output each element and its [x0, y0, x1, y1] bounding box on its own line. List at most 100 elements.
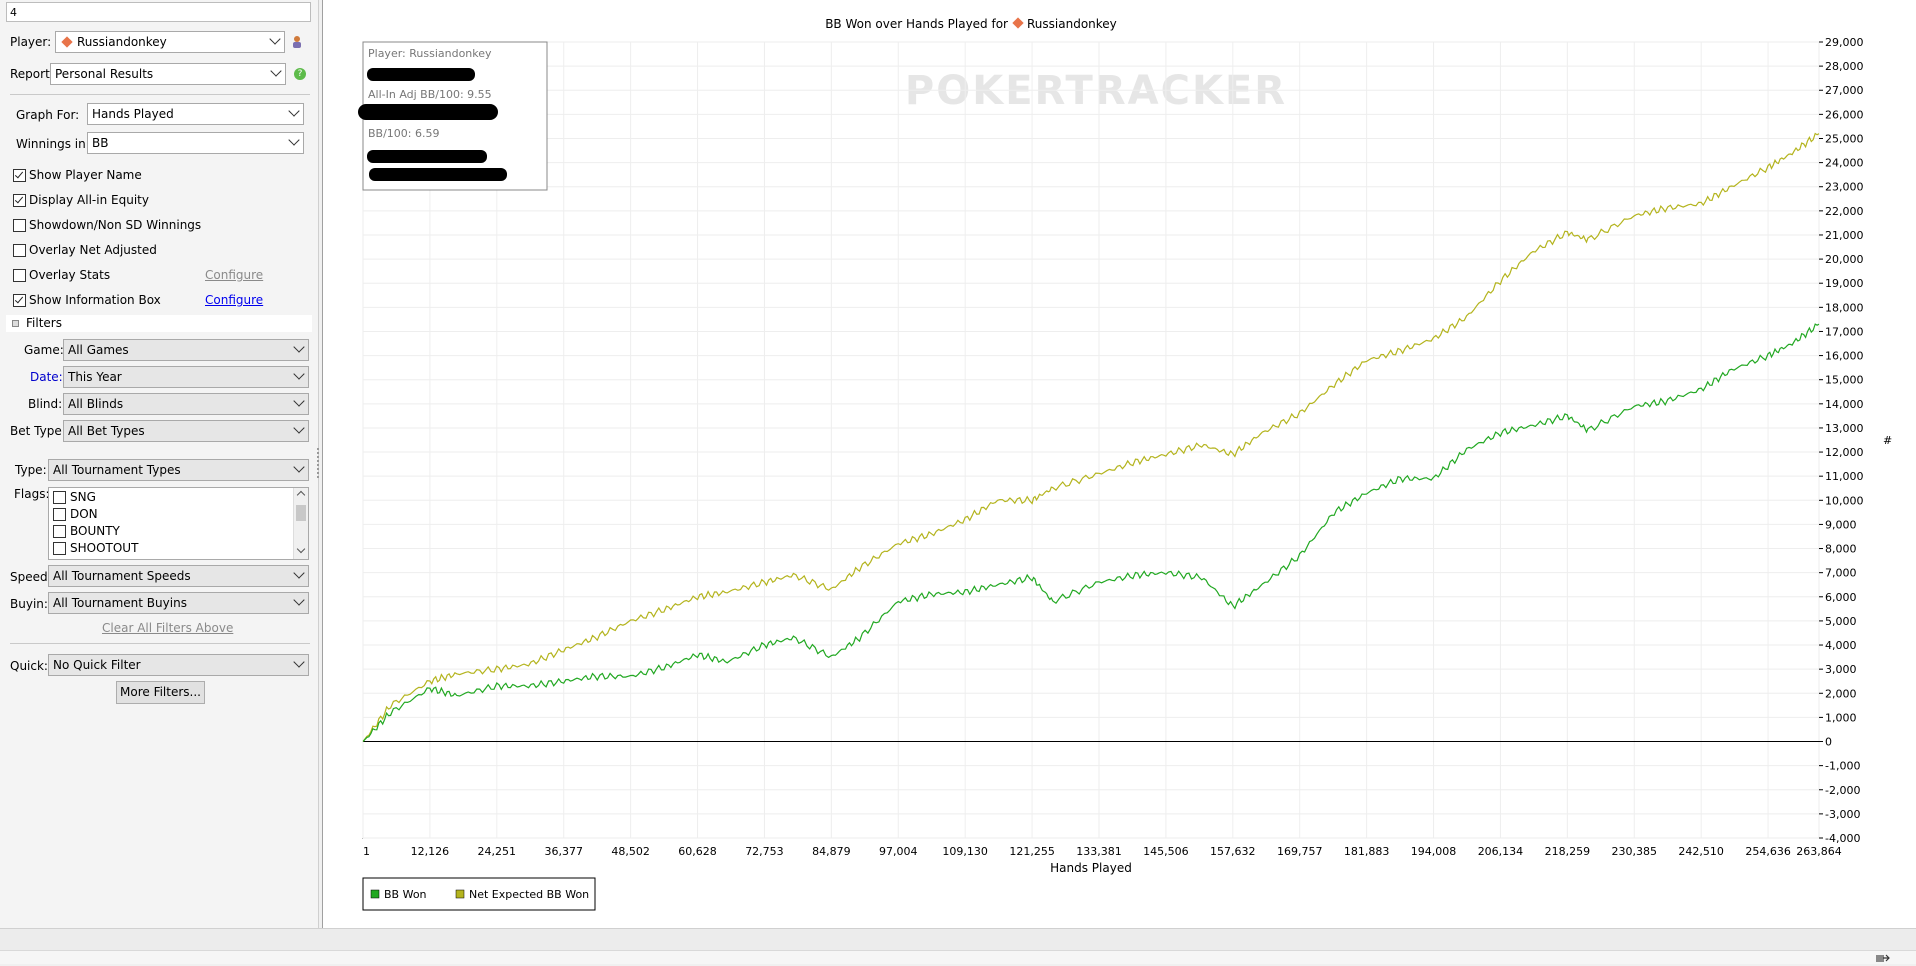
type-select[interactable]: All Tournament Types [48, 459, 309, 481]
clear-filters-link[interactable]: Clear All Filters Above [102, 621, 233, 635]
option-label: Showdown/Non SD Winnings [29, 218, 202, 232]
x-tick-label: 218,259 [1545, 845, 1591, 858]
checkbox[interactable] [53, 542, 66, 555]
checkbox[interactable] [13, 169, 26, 182]
checkbox[interactable] [13, 294, 26, 307]
x-tick-label: 121,255 [1009, 845, 1055, 858]
redaction [369, 168, 507, 181]
chevron-down-icon [293, 567, 305, 579]
y-tick-label: 13,000 [1825, 422, 1864, 435]
filters-header[interactable]: Filters [6, 315, 312, 332]
bottom-strip [0, 950, 1916, 964]
blind-select[interactable]: All Blinds [63, 393, 309, 415]
configure-info-link[interactable]: Configure [205, 293, 263, 307]
collapse-icon[interactable] [12, 320, 19, 327]
option-label: Overlay Stats [29, 268, 111, 282]
help-icon[interactable]: ? [294, 68, 306, 80]
x-axis: 1 12,126 24,251 36,377 48,502 60,628 72,753 84,… [363, 845, 1842, 858]
legend-label-bb-won: BB Won [384, 888, 427, 901]
more-filters-button[interactable]: More Filters... [116, 681, 205, 704]
configure-overlay-link[interactable]: Configure [205, 268, 263, 282]
x-tick-label: 60,628 [678, 845, 717, 858]
chevron-down-icon [293, 368, 305, 380]
quick-filter-select[interactable]: No Quick Filter [48, 654, 309, 676]
chevron-down-icon [293, 422, 305, 434]
bet-type-select[interactable]: All Bet Types [63, 420, 309, 442]
quick-label: Quick: [10, 659, 48, 673]
report-select[interactable]: Personal Results [50, 63, 286, 85]
x-tick-label: 97,004 [879, 845, 918, 858]
legend: BB Won Net Expected BB Won [362, 877, 596, 911]
player-select-value: Russiandonkey [77, 35, 167, 49]
y-tick-label: 17,000 [1825, 325, 1864, 338]
x-tick-label: 84,879 [812, 845, 851, 858]
graph-for-select[interactable]: Hands Played [87, 103, 304, 125]
buyin-select[interactable]: All Tournament Buyins [48, 592, 309, 614]
player-label: Player: [10, 35, 52, 49]
chevron-down-icon [288, 105, 300, 117]
option-label: Show Player Name [29, 168, 142, 182]
plot-frame [362, 41, 1820, 839]
y-tick-label: -2,000 [1825, 784, 1860, 797]
speed-label: Speed: [10, 570, 52, 584]
checkbox[interactable] [53, 491, 66, 504]
game-select[interactable]: All Games [63, 339, 309, 361]
y-tick-label: 18,000 [1825, 301, 1864, 314]
flags-scrollbar[interactable] [293, 488, 308, 559]
export-icon[interactable] [1876, 952, 1890, 962]
divider [10, 643, 310, 644]
scroll-thumb[interactable] [296, 505, 306, 521]
checkbox[interactable] [53, 508, 66, 521]
date-value: This Year [68, 370, 122, 384]
y-tick-label: 2,000 [1825, 687, 1857, 700]
bet-type-label: Bet Type: [10, 424, 66, 438]
info-bb100: BB/100: 6.59 [368, 127, 440, 140]
chevron-down-icon [293, 656, 305, 668]
y-tick-label: -1,000 [1825, 760, 1860, 773]
y-tick-label: 10,000 [1825, 494, 1864, 507]
chart-panel: BB Won over Hands Played for Russiandonk… [322, 0, 1916, 928]
winnings-in-label: Winnings in: [16, 137, 90, 151]
divider [10, 94, 310, 95]
player-manage-icon[interactable] [291, 35, 305, 49]
player-select[interactable]: Russiandonkey [55, 31, 285, 53]
flag-item-don[interactable]: DON [53, 507, 98, 521]
flag-label: SNG [70, 490, 96, 504]
y-tick-label: 4,000 [1825, 639, 1857, 652]
flag-item-bounty[interactable]: BOUNTY [53, 524, 120, 538]
chevron-down-icon [293, 461, 305, 473]
winnings-in-value: BB [92, 136, 109, 150]
scroll-down-icon[interactable] [296, 544, 306, 554]
type-label: Type: [15, 463, 47, 477]
checkbox[interactable] [13, 269, 26, 282]
info-allin-adj: All-In Adj BB/100: 9.55 [368, 88, 492, 101]
option-label: Display All-in Equity [29, 193, 149, 207]
chevron-down-icon [270, 65, 282, 77]
splitter-handle[interactable] [317, 448, 321, 478]
flag-item-sng[interactable]: SNG [53, 490, 96, 504]
top-text-input[interactable]: 4 [6, 2, 311, 22]
flag-item-shootout[interactable]: SHOOTOUT [53, 541, 138, 555]
checkbox[interactable] [13, 194, 26, 207]
x-tick-label: 36,377 [544, 845, 583, 858]
speed-select[interactable]: All Tournament Speeds [48, 565, 309, 587]
x-tick-label: 1 [363, 845, 370, 858]
legend-label-net-expected: Net Expected BB Won [469, 888, 589, 901]
checkbox[interactable] [13, 244, 26, 257]
winnings-in-select[interactable]: BB [87, 132, 304, 154]
checkbox[interactable] [13, 219, 26, 232]
x-tick-label: 206,134 [1478, 845, 1524, 858]
flag-label: BOUNTY [70, 524, 120, 538]
y-tick-label: 25,000 [1825, 132, 1864, 145]
flags-list[interactable]: SNG DON BOUNTY SHOOTOUT [48, 487, 309, 560]
date-select[interactable]: This Year [63, 366, 309, 388]
y-axis-unit-icon: # [1883, 434, 1892, 447]
x-tick-label: 254,636 [1745, 845, 1791, 858]
left-panel: 4 Player: Russiandonkey Report: Personal… [0, 0, 319, 928]
checkbox[interactable] [53, 525, 66, 538]
y-tick-label: 5,000 [1825, 615, 1857, 628]
x-tick-label: 133,381 [1076, 845, 1122, 858]
y-tick-label: 27,000 [1825, 84, 1864, 97]
legend-swatch-net-expected [455, 889, 465, 899]
scroll-up-icon[interactable] [296, 490, 306, 500]
